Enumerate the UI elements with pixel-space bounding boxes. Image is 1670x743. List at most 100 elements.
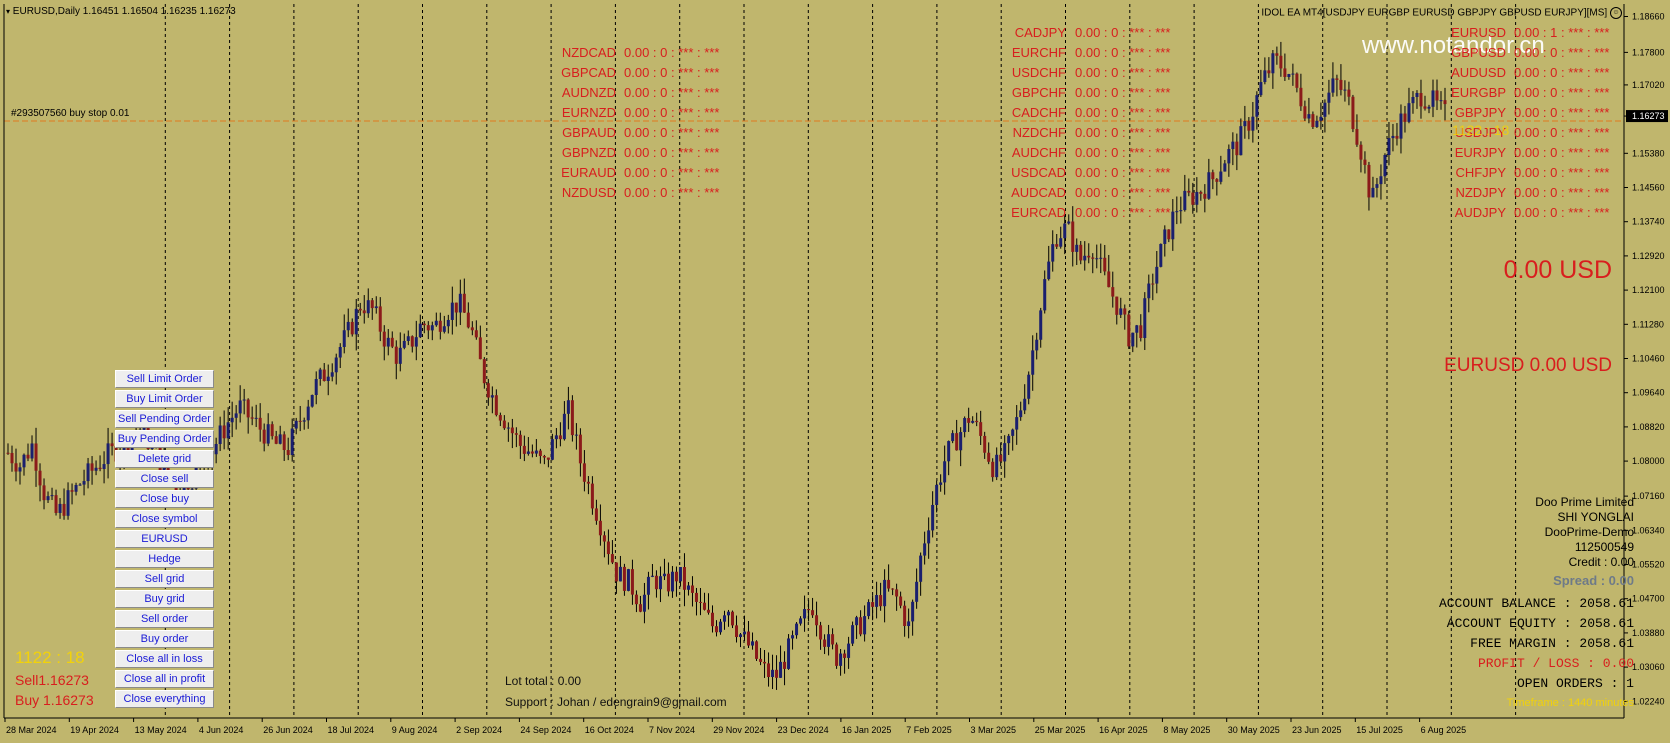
candle-body	[775, 669, 779, 678]
candle-body	[506, 427, 510, 429]
pair-value: 0.00 : 0 : *** : ***	[1514, 145, 1610, 160]
candle-body	[458, 293, 462, 313]
candle-body	[1075, 244, 1079, 252]
price-label: 1.02240	[1632, 696, 1665, 706]
close-all-in-loss-button[interactable]: Close all in loss	[115, 650, 214, 668]
support-info: Support : Johan / edengrain9@gmail.com	[505, 695, 727, 709]
candle-body	[771, 669, 775, 678]
candle-body	[274, 436, 278, 444]
candle-body	[478, 337, 482, 360]
candle-body	[1187, 190, 1191, 193]
candle-body	[971, 420, 975, 423]
pair-symbol: EURGBP	[1451, 85, 1506, 100]
candle-body	[430, 325, 434, 331]
sell-order-button[interactable]: Sell order	[115, 610, 214, 628]
candle-body	[1139, 325, 1143, 338]
close-all-in-profit-button[interactable]: Close all in profit	[115, 670, 214, 688]
candle-body	[1103, 257, 1107, 272]
candle-body	[1023, 398, 1027, 411]
candle-body	[1191, 192, 1195, 205]
candle-body	[582, 463, 586, 482]
candle-body	[714, 626, 718, 633]
candle-body	[222, 425, 226, 439]
pair-symbol: AUDNZD	[561, 85, 616, 100]
candle-body	[710, 612, 714, 627]
candle-body	[530, 451, 534, 454]
candle-body	[847, 643, 851, 658]
price-label: 1.17800	[1632, 47, 1665, 57]
hedge-button[interactable]: Hedge	[115, 550, 214, 568]
sell-limit-order-button[interactable]: Sell Limit Order	[115, 370, 214, 388]
price-chart[interactable]: 1.18660 1.17800 1.17020 1.16273 1.15380 1.145…	[0, 0, 1670, 743]
candle-body	[606, 541, 610, 555]
candle-body	[1375, 184, 1379, 188]
close-everything-button[interactable]: Close everything	[115, 690, 214, 708]
buy-limit-order-button[interactable]: Buy Limit Order	[115, 390, 214, 408]
candle-body	[1419, 92, 1423, 107]
close-sell-button[interactable]: Close sell	[115, 470, 214, 488]
left-timer: 1122 : 18	[15, 648, 85, 667]
date-label: 29 Nov 2024	[713, 725, 764, 735]
candle-body	[839, 653, 843, 666]
pair-value: 0.00 : 0 : *** : ***	[1075, 165, 1171, 180]
candle-body	[1255, 95, 1259, 117]
candle-body	[1043, 279, 1047, 311]
pair-symbol: CADJPY	[1014, 25, 1066, 40]
candle-body	[1003, 443, 1007, 462]
candle-body	[346, 321, 350, 331]
price-label: 1.08820	[1632, 422, 1665, 432]
candle-body	[78, 484, 82, 486]
pair-value: 0.00 : 0 : *** : ***	[1075, 65, 1171, 80]
pair-value: 0.00 : 0 : *** : ***	[624, 45, 720, 60]
candle-body	[66, 490, 70, 516]
candle-body	[86, 463, 90, 482]
candle-body	[654, 575, 658, 590]
eurusd-button[interactable]: EURUSD	[115, 530, 214, 548]
close-symbol-button[interactable]: Close symbol	[115, 510, 214, 528]
candle-body	[1407, 103, 1411, 122]
candle-body	[618, 566, 622, 582]
candle-body	[602, 535, 606, 542]
expand-icon[interactable]: ▾	[6, 7, 10, 16]
buy-pending-order-button[interactable]: Buy Pending Order	[115, 430, 214, 448]
delete-grid-button[interactable]: Delete grid	[115, 450, 214, 468]
candle-body	[1275, 53, 1279, 56]
candle-body	[234, 413, 238, 418]
price-label: 1.08000	[1632, 456, 1665, 466]
candle-body	[1151, 283, 1155, 285]
candle-body	[1147, 283, 1151, 299]
candle-body	[102, 464, 106, 470]
candle-body	[354, 308, 358, 335]
candle-body	[446, 319, 450, 327]
pair-value: 0.00 : 0 : *** : ***	[1075, 145, 1171, 160]
close-buy-button[interactable]: Close buy	[115, 490, 214, 508]
candle-body	[70, 490, 74, 492]
buy-grid-button[interactable]: Buy grid	[115, 590, 214, 608]
candle-body	[10, 452, 14, 464]
candle-body	[1343, 89, 1347, 91]
candle-body	[983, 435, 987, 453]
candle-body	[807, 609, 811, 611]
pair-value: 0.00 : 0 : *** : ***	[624, 85, 720, 100]
candle-body	[586, 481, 590, 484]
candle-body	[1427, 106, 1431, 109]
buy-order-button[interactable]: Buy order	[115, 630, 214, 648]
open-orders: OPEN ORDERS : 1	[1516, 676, 1634, 691]
candle-body	[1035, 339, 1039, 351]
pair-value: 0.00 : 0 : *** : ***	[1075, 45, 1171, 60]
sell-pending-order-button[interactable]: Sell Pending Order	[115, 410, 214, 428]
candle-body	[294, 420, 298, 429]
candle-body	[811, 610, 815, 616]
candle-body	[1087, 255, 1091, 258]
sell-grid-button[interactable]: Sell grid	[115, 570, 214, 588]
candle-body	[1171, 211, 1175, 240]
candle-body	[1223, 163, 1227, 172]
candle-body	[791, 635, 795, 639]
price-label: 1.11280	[1632, 319, 1664, 329]
candle-body	[358, 308, 362, 311]
candle-body	[891, 588, 895, 590]
pair-symbol: GBPAUD	[562, 125, 616, 140]
candle-body	[1123, 308, 1127, 315]
candle-body	[22, 454, 26, 468]
pair-value: 0.00 : 0 : *** : ***	[1514, 45, 1610, 60]
